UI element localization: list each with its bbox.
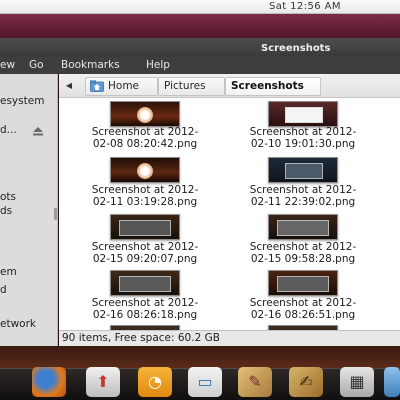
spreadsheet-icon[interactable]: ◔ <box>138 367 172 397</box>
file-thumbnail[interactable] <box>110 214 180 240</box>
sidebar-item-drive[interactable]: d... <box>0 124 17 136</box>
file-name[interactable]: Screenshot at 2012- 02-11 22:39:02.png <box>228 184 378 208</box>
menubar <box>0 57 400 74</box>
update-manager-icon[interactable]: ⬆ <box>86 367 120 397</box>
path-back-arrow-icon[interactable]: ◀ <box>62 79 76 93</box>
menu-bookmarks[interactable]: Bookmarks <box>61 59 120 71</box>
home-folder-icon <box>90 80 104 92</box>
menu-view[interactable]: ew <box>0 59 15 71</box>
app-icon[interactable] <box>384 367 400 397</box>
file-name[interactable]: Screenshot at 2012- 02-16 08:26:18.png <box>70 297 220 321</box>
sidebar-item-downloads[interactable]: ds <box>0 205 12 217</box>
file-name[interactable]: Screenshot at 2012- 02-10 19:01:30.png <box>228 126 378 150</box>
file-thumbnail[interactable] <box>110 157 180 183</box>
sidebar-item-filesystem[interactable]: esystem <box>0 95 44 107</box>
sidebar-item-network[interactable]: etwork <box>0 318 36 330</box>
file-thumbnail[interactable] <box>268 270 338 296</box>
window-title: Screenshots <box>261 43 331 54</box>
menu-help[interactable]: Help <box>146 59 170 71</box>
presentation-icon[interactable]: ▭ <box>188 367 222 397</box>
file-thumbnail[interactable] <box>110 270 180 296</box>
file-thumbnail[interactable] <box>268 101 338 127</box>
eject-icon[interactable] <box>33 127 43 136</box>
firefox-icon[interactable] <box>32 367 66 397</box>
window-titlebar[interactable] <box>0 38 400 57</box>
file-name[interactable]: Screenshot at 2012- 02-16 08:26:51.png <box>228 297 378 321</box>
file-thumbnail[interactable] <box>110 101 180 127</box>
menu-go[interactable]: Go <box>29 59 44 71</box>
sidebar-scrollbar[interactable] <box>54 208 57 220</box>
file-name[interactable]: Screenshot at 2012- 02-15 09:58:28.png <box>228 241 378 265</box>
crumb-pictures[interactable]: Pictures <box>158 77 225 96</box>
panel-clock[interactable]: Sat 12:56 AM <box>269 1 341 12</box>
crumb-screenshots[interactable]: Screenshots <box>225 77 321 96</box>
file-thumbnail[interactable] <box>268 214 338 240</box>
paint-icon[interactable]: ✎ <box>238 367 272 397</box>
sidebar-item-device[interactable]: d <box>0 284 7 296</box>
file-name[interactable]: Screenshot at 2012- 02-08 08:20:42.png <box>70 126 220 150</box>
file-thumbnail[interactable] <box>268 157 338 183</box>
sidebar-item-system[interactable]: em <box>0 266 17 278</box>
text-editor-icon[interactable]: ✍ <box>289 367 323 397</box>
sidebar-item-screenshots[interactable]: ots <box>0 191 16 203</box>
status-text: 90 items, Free space: 60.2 GB <box>62 332 220 344</box>
file-name[interactable]: Screenshot at 2012- 02-15 09:20:07.png <box>70 241 220 265</box>
calculator-icon[interactable]: ▦ <box>340 367 374 397</box>
file-name[interactable]: Screenshot at 2012- 02-11 03:19:28.png <box>70 184 220 208</box>
